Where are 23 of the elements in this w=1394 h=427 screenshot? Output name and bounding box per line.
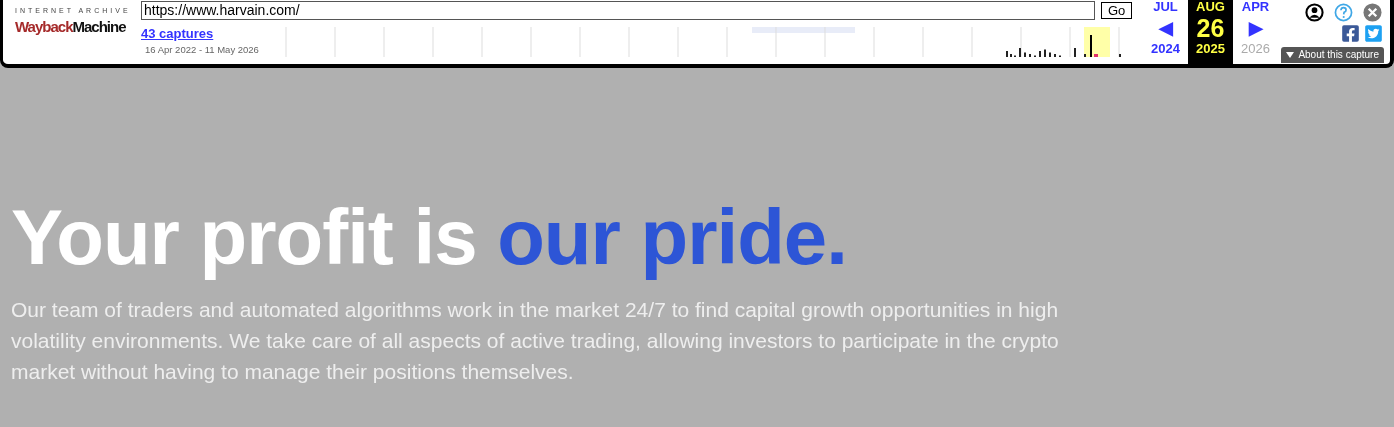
account-icon[interactable] xyxy=(1305,3,1324,22)
caret-icon xyxy=(1286,52,1295,58)
year-label: 2025 xyxy=(1196,42,1225,56)
about-capture-button[interactable]: About this capture xyxy=(1281,47,1384,63)
hero-title: Your profit is our pride. xyxy=(11,192,848,282)
month-label: APR xyxy=(1241,0,1270,14)
url-field[interactable]: https://www.harvain.com/ xyxy=(141,1,1095,20)
month-label: AUG xyxy=(1196,0,1225,14)
month-label: JUL xyxy=(1153,0,1178,14)
wayback-machine-logo[interactable]: WaybackMachine xyxy=(15,16,126,38)
facebook-icon[interactable] xyxy=(1341,24,1360,43)
selected-date[interactable]: AUG 26 2025 xyxy=(1188,0,1233,64)
date-range: 16 Apr 2022 - 11 May 2026 xyxy=(144,44,260,56)
go-button[interactable]: Go xyxy=(1101,2,1133,19)
captures-link[interactable]: 43 captures xyxy=(141,27,284,41)
day-label: 26 xyxy=(1196,14,1225,42)
hero-description: Our team of traders and automated algorithms work in the market 24/7 to find capital growth opportunities in high volatility environments. We take care of all aspects of active trading, allowing investors to participate in the crypto market without having to manage their positions themselves. xyxy=(11,297,1060,385)
twitter-icon[interactable] xyxy=(1364,24,1383,43)
arrow-button[interactable]: ◀ xyxy=(1158,14,1173,42)
year-label: 2026 xyxy=(1241,42,1270,56)
close-icon[interactable] xyxy=(1363,3,1382,22)
year-label: 2024 xyxy=(1151,42,1180,56)
calendar-month[interactable]: JUL ◀ 2024 xyxy=(1143,0,1188,64)
